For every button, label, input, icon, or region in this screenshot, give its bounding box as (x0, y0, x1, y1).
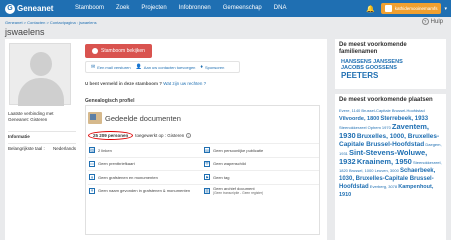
info-section-title: Informatie (8, 131, 76, 140)
tree-icon (92, 48, 99, 54)
grave-names-item[interactable]: ✝ Geen naam gevonden in grafstenen & monu… (88, 187, 203, 194)
places-text[interactable]: Evere, 1140 Brussel-Capitale Brussel-Hoo… (339, 108, 442, 198)
add-user-icon: 👤 (135, 64, 142, 70)
nav-item-zoek[interactable]: Zoek (110, 0, 135, 17)
updated-text: toegewerkt op : Gisteren (135, 133, 185, 138)
shared-documents-title: Gedeelde documenten (105, 113, 181, 123)
doc-row: ⛓ 2 linken ▤ Geen persoonlijke publicatie (88, 143, 319, 157)
left-info: Laatste verbinding met Geneanet: Gistere… (8, 111, 76, 152)
sponsor-label: Sponsoren (204, 64, 225, 70)
graves-label: Geen grafstenen en monumenten (98, 174, 158, 180)
nav-item-projecten[interactable]: Projecten (135, 0, 172, 17)
tag-item[interactable]: ⚑ Geen tag (203, 174, 318, 181)
archive-sub-note: (Geen transcriptie - Geen register) (213, 191, 264, 196)
book-icon: ▤ (204, 147, 210, 154)
sponsor-icon: ♦ (200, 64, 203, 70)
notification-bell-icon[interactable]: 🔔 (366, 5, 375, 13)
mail-icon: ✉ (91, 64, 96, 70)
person-count[interactable]: 25 209 personen (88, 131, 134, 140)
breadcrumb[interactable]: Geneanet > Contacten > Contactpagina : j… (5, 20, 97, 25)
coat-of-arms-item[interactable]: ⛨ Geen wapenschild (203, 160, 318, 167)
language-value: Nederlands (52, 146, 76, 151)
page-title: jswaelens (5, 27, 45, 37)
shield-icon: ⛨ (204, 160, 210, 167)
send-mail-link[interactable]: ✉ Een mail versturen (91, 64, 131, 70)
surnames-cloud: HANSSENS JANSSENS JACOBS GOOSSENS PEETER… (335, 56, 446, 83)
document-grid: ⛓ 2 linken ▤ Geen persoonlijke publicatie … (88, 143, 319, 197)
publication-label: Geen persoonlijke publicatie (213, 147, 264, 153)
avatar-head-shape (30, 52, 52, 76)
help-icon: ? (421, 18, 429, 25)
main-nav: Stamboom Zoek Projecten Infobronnen Geme… (69, 0, 292, 17)
shared-documents-header: Gedeelde documenten (88, 112, 181, 124)
nav-item-dna[interactable]: DNA (268, 0, 293, 17)
person-count-row: 25 209 personen toegewerkt op : Gisteren… (88, 131, 192, 140)
links-item[interactable]: ⛓ 2 linken (88, 147, 203, 154)
rights-question: U bent vermeld in deze stamboom ? Wat zi… (85, 81, 206, 86)
graves-item[interactable]: ✝ Geen grafstenen en monumenten (88, 174, 203, 181)
archive-text: Geen archief document (Geen transcriptie … (213, 186, 263, 195)
surnames-title: De meest voorkomende familienamen (339, 42, 407, 55)
user-menu[interactable]: kathidemooinemamfs (380, 3, 442, 14)
shared-documents-box: Gedeelde documenten 25 209 personen toeg… (85, 105, 320, 235)
places-panel: De meest voorkomende plaatsen Evere, 114… (335, 94, 446, 240)
postcard-icon: ▭ (89, 160, 95, 167)
links-label: 2 linken (98, 147, 112, 153)
user-name: kathidemooinemamfs (394, 6, 438, 11)
archive-item[interactable]: ▥ Geen archief document (Geen transcriptie… (203, 186, 318, 195)
avatar-body-shape (18, 78, 64, 106)
help-label: Hulp (430, 18, 443, 25)
grave-names-label: Geen naam gevonden in grafstenen & monum… (98, 188, 191, 194)
info-icon[interactable]: i (186, 133, 192, 138)
folder-icon (88, 112, 102, 124)
doc-row: ✝ Geen naam gevonden in grafstenen & monu… (88, 183, 319, 198)
postcard-label: Geen prentbriefkaart (98, 161, 135, 167)
geneanet-logo[interactable]: G Geneanet (5, 3, 65, 14)
add-contact-label: Aan uw contacten toevoegen (143, 64, 196, 70)
doc-row: ✝ Geen grafstenen en monumenten ⚑ Geen tag (88, 170, 319, 184)
rights-link[interactable]: Wat zijn uw rechten ? (163, 81, 206, 86)
question-text: U bent vermeld in deze stamboom ? (85, 81, 163, 86)
view-tree-button[interactable]: Stamboom bekijken (85, 44, 152, 58)
user-avatar (384, 5, 392, 12)
language-label: Belangrijkste taal : (8, 146, 45, 151)
top-navigation: G Geneanet Stamboom Zoek Projecten Infob… (0, 0, 451, 17)
places-title: De meest voorkomende plaatsen (339, 97, 433, 103)
doc-row: ▭ Geen prentbriefkaart ⛨ Geen wapenschild (88, 156, 319, 171)
archive-icon: ▥ (204, 187, 210, 194)
profile-panel: Laatste verbinding met Geneanet: Gistere… (5, 39, 327, 240)
profile-actions: ✉ Een mail versturen 👤 Aan uw contacten … (85, 61, 240, 73)
flag-icon: ⚑ (204, 174, 210, 181)
grave-icon: ✝ (89, 174, 95, 181)
surnames-line[interactable]: PEETERS (341, 71, 440, 80)
grave-icon: ✝ (89, 187, 95, 194)
chevron-down-icon[interactable]: ▾ (444, 6, 447, 12)
language-row: Belangrijkste taal : Nederlands (8, 143, 76, 152)
genealogical-profile-title: Genealogisch profiel (85, 98, 135, 104)
help-link[interactable]: ? Hulp (421, 18, 443, 25)
tag-label: Geen tag (213, 174, 230, 180)
nav-item-stamboom[interactable]: Stamboom (69, 0, 110, 17)
coat-of-arms-label: Geen wapenschild (213, 161, 246, 167)
add-contact-link[interactable]: 👤 Aan uw contacten toevoegen (136, 64, 196, 70)
publication-item[interactable]: ▤ Geen persoonlijke publicatie (203, 147, 318, 154)
nav-item-gemeenschap[interactable]: Gemeenschap (217, 0, 268, 17)
sponsor-link[interactable]: ♦ Sponsoren (200, 64, 224, 70)
send-mail-label: Een mail versturen (97, 64, 131, 70)
profile-avatar (9, 43, 71, 106)
brand-name: Geneanet (17, 4, 54, 13)
user-area: 🔔 kathidemooinemamfs ▾ (366, 0, 451, 17)
view-tree-label: Stamboom bekijken (101, 48, 145, 54)
link-icon: ⛓ (89, 147, 95, 154)
places-cloud: Evere, 1140 Brussel-Capitale Brussel-Hoo… (335, 104, 446, 202)
last-connection-value: Geneanet: Gisteren (8, 117, 48, 122)
postcard-item[interactable]: ▭ Geen prentbriefkaart (88, 160, 203, 167)
logo-icon: G (5, 3, 15, 14)
nav-item-infobronnen[interactable]: Infobronnen (173, 0, 217, 17)
surnames-panel: De meest voorkomende familienamen HANSSE… (335, 39, 446, 89)
